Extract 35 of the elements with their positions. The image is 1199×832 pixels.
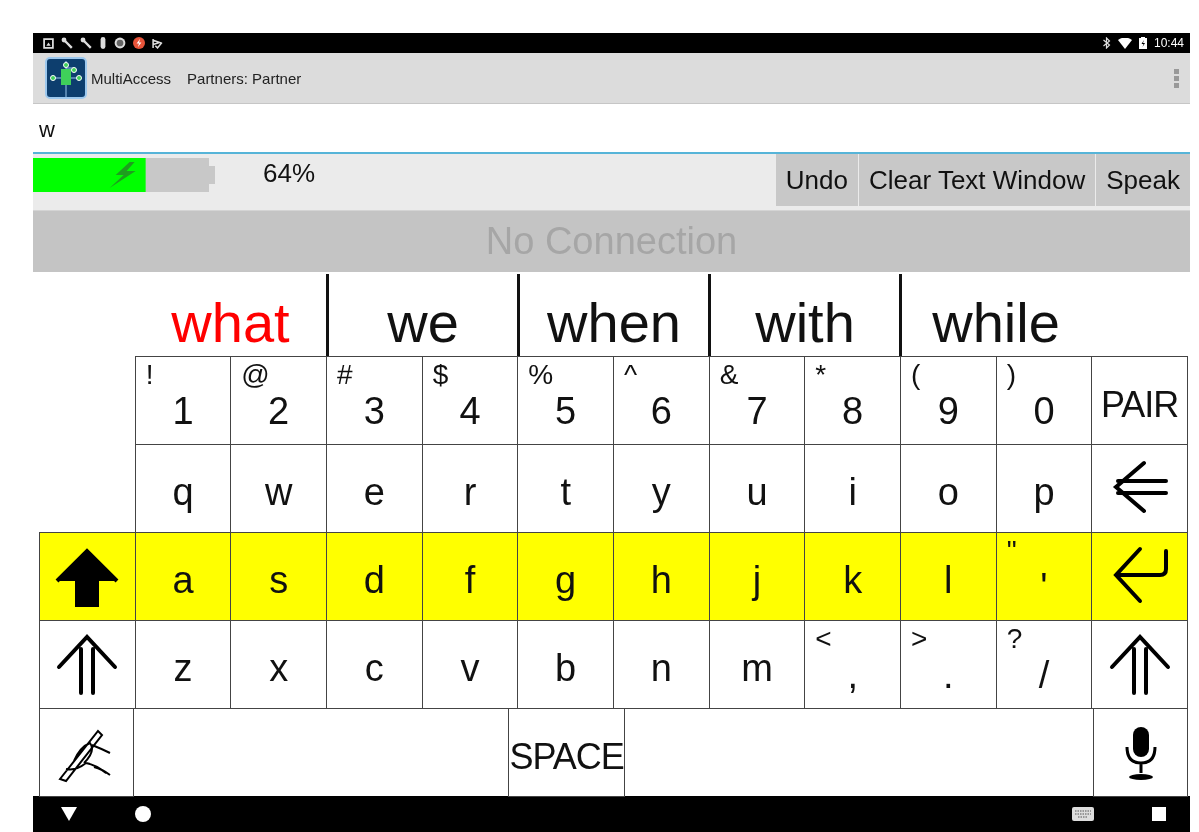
shift-arrow-icon[interactable] [55,632,120,697]
battery-percentage: 64% [263,158,316,189]
wrench-icon [61,37,73,49]
shift-symbol: ) [1006,359,1016,391]
wrench-icon [80,37,92,49]
shift-symbol: * [815,359,827,391]
wifi-icon [1117,37,1132,49]
shift-symbol: % [528,359,554,391]
lock-icon [99,37,107,49]
shift-symbol: > [911,623,928,655]
shift-symbol: $ [432,359,449,391]
shift-symbol: ! [145,359,154,391]
shift-symbol: # [337,359,353,391]
shift-symbol: ( [911,359,921,391]
shift-symbol: @ [241,359,270,391]
app-title: MultiAccess [91,69,172,87]
partner-label: Partners: Partner [187,69,302,87]
bolt-icon [133,37,145,49]
app-logo-icon[interactable] [45,57,87,99]
home-icon[interactable] [135,806,151,822]
image-icon [43,37,54,49]
battery-icon [1138,37,1147,49]
back-icon[interactable] [61,807,77,821]
shift-arrow-icon[interactable] [1107,632,1172,697]
shift-symbol: & [719,359,739,391]
shift-symbol: < [815,623,832,655]
bluetooth-icon [1101,37,1111,49]
record-icon [114,37,126,49]
status-time: 10:44 [1153,36,1184,50]
shift-symbol: ^ [624,359,638,391]
checklist-icon [152,37,163,49]
key-button[interactable]: SPACE [508,708,625,797]
shift-symbol: " [1006,535,1017,567]
shift-symbol: ? [1006,623,1023,655]
word-prediction[interactable]: what [135,274,326,356]
